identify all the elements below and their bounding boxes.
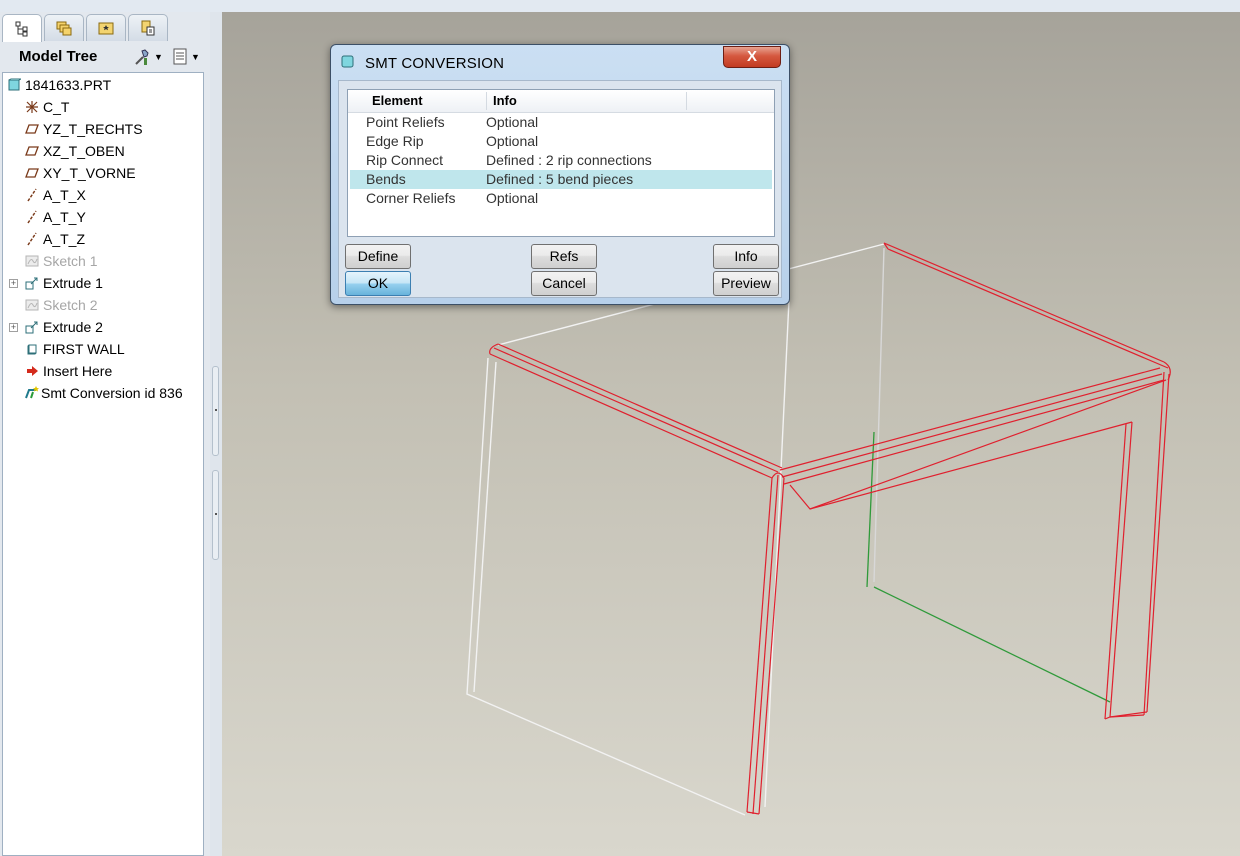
layers-icon: [56, 21, 72, 36]
smt-conversion-icon: [25, 386, 39, 399]
dialog-body: Element Info Point Reliefs Optional Edge…: [338, 80, 782, 298]
first-wall-icon: [27, 344, 37, 355]
sketch-icon: [25, 255, 39, 267]
settings-tool-icon: [135, 49, 149, 65]
splitter-grip-lower[interactable]: [212, 470, 219, 560]
tree-node-csys[interactable]: C_T: [25, 97, 69, 117]
table-header: Element Info: [348, 90, 774, 113]
tree-node-insert-here[interactable]: Insert Here: [25, 361, 112, 381]
model-tree-title: Model Tree: [19, 48, 98, 65]
datum-axis-icon: [27, 210, 37, 224]
tree-node-datum-plane[interactable]: XY_T_VORNE: [25, 163, 136, 183]
panel-splitter[interactable]: [210, 12, 222, 856]
settings-tool-button[interactable]: ▼: [133, 46, 163, 68]
column-header-element[interactable]: Element: [372, 93, 423, 108]
tab-folder-browser[interactable]: [86, 14, 126, 41]
column-divider: [686, 92, 687, 110]
sketch-icon: [25, 299, 39, 311]
tab-layers[interactable]: [44, 14, 84, 41]
table-row-selected[interactable]: Bends Defined : 5 bend pieces: [350, 170, 772, 189]
datum-plane-icon: [25, 168, 39, 178]
info-button[interactable]: Info: [713, 244, 779, 269]
dialog-titlebar[interactable]: SMT CONVERSION X: [331, 45, 789, 79]
table-row[interactable]: Point Reliefs Optional: [350, 113, 772, 132]
front-panel-outline: [764, 299, 790, 808]
tree-node-datum-axis[interactable]: A_T_Y: [25, 207, 86, 227]
tab-model-tree[interactable]: [2, 14, 42, 42]
left-panel-outline: [466, 357, 746, 816]
extrude-icon: [25, 277, 38, 290]
dialog-title: SMT CONVERSION: [365, 55, 505, 72]
reference-edge: [866, 431, 1111, 703]
show-options-icon: [173, 48, 187, 65]
tree-node-datum-plane[interactable]: XZ_T_OBEN: [25, 141, 125, 161]
datum-axis-icon: [27, 188, 37, 202]
expand-toggle[interactable]: +: [9, 323, 18, 332]
chevron-down-icon: ▼: [154, 52, 163, 62]
table-row[interactable]: Edge Rip Optional: [350, 132, 772, 151]
model-wire-edges: [466, 243, 885, 816]
cancel-button[interactable]: Cancel: [531, 271, 597, 296]
tree-node-smt-conversion[interactable]: Smt Conversion id 836: [25, 383, 183, 403]
extrude-icon: [25, 321, 38, 334]
tree-node-extrude[interactable]: Extrude 1: [25, 273, 103, 293]
favorites-icon: [141, 20, 155, 36]
part-icon: [341, 55, 354, 68]
navigator-tabs: [0, 12, 210, 42]
column-header-info[interactable]: Info: [493, 93, 517, 108]
tab-favorites[interactable]: [128, 14, 168, 41]
model-tree-header: Model Tree ▼ ▼: [0, 42, 210, 72]
table-row[interactable]: Corner Reliefs Optional: [350, 189, 772, 208]
show-options-button[interactable]: ▼: [172, 46, 200, 68]
tree-node-part[interactable]: 1841633.PRT: [7, 75, 111, 95]
navigator-panel: Model Tree ▼ ▼ 1841633.PRT C_T YZ_T_RECH…: [0, 12, 210, 856]
element-table: Element Info Point Reliefs Optional Edge…: [347, 89, 775, 237]
expand-toggle[interactable]: +: [9, 279, 18, 288]
define-button[interactable]: Define: [345, 244, 411, 269]
folder-icon: [98, 22, 114, 35]
chevron-down-icon: ▼: [191, 52, 200, 62]
datum-plane-icon: [25, 146, 39, 156]
model-tree: 1841633.PRT C_T YZ_T_RECHTS XZ_T_OBEN XY…: [2, 72, 204, 856]
datum-plane-icon: [25, 124, 39, 134]
part-icon: [8, 78, 21, 91]
ok-button[interactable]: OK: [345, 271, 411, 296]
tree-node-datum-axis[interactable]: A_T_Z: [25, 229, 85, 249]
tree-node-datum-axis[interactable]: A_T_X: [25, 185, 86, 205]
insert-arrow-icon: [27, 366, 38, 376]
refs-button[interactable]: Refs: [531, 244, 597, 269]
smt-conversion-dialog: SMT CONVERSION X Element Info Point Reli…: [330, 44, 790, 305]
column-divider: [486, 92, 487, 110]
rear-corner-edge: [873, 247, 885, 583]
bend-edges: [489, 242, 1171, 815]
coordinate-system-icon: [26, 101, 38, 113]
close-button[interactable]: X: [723, 46, 781, 68]
tree-node-sketch[interactable]: Sketch 2: [25, 295, 97, 315]
preview-button[interactable]: Preview: [713, 271, 779, 296]
tree-node-sketch[interactable]: Sketch 1: [25, 251, 97, 271]
datum-axis-icon: [27, 232, 37, 246]
tree-node-first-wall[interactable]: FIRST WALL: [25, 339, 125, 359]
model-tree-icon: [15, 21, 28, 36]
tree-node-extrude[interactable]: Extrude 2: [25, 317, 103, 337]
table-row[interactable]: Rip Connect Defined : 2 rip connections: [350, 151, 772, 170]
close-icon: X: [746, 48, 757, 65]
tree-node-datum-plane[interactable]: YZ_T_RECHTS: [25, 119, 143, 139]
splitter-grip-upper[interactable]: [212, 366, 219, 456]
